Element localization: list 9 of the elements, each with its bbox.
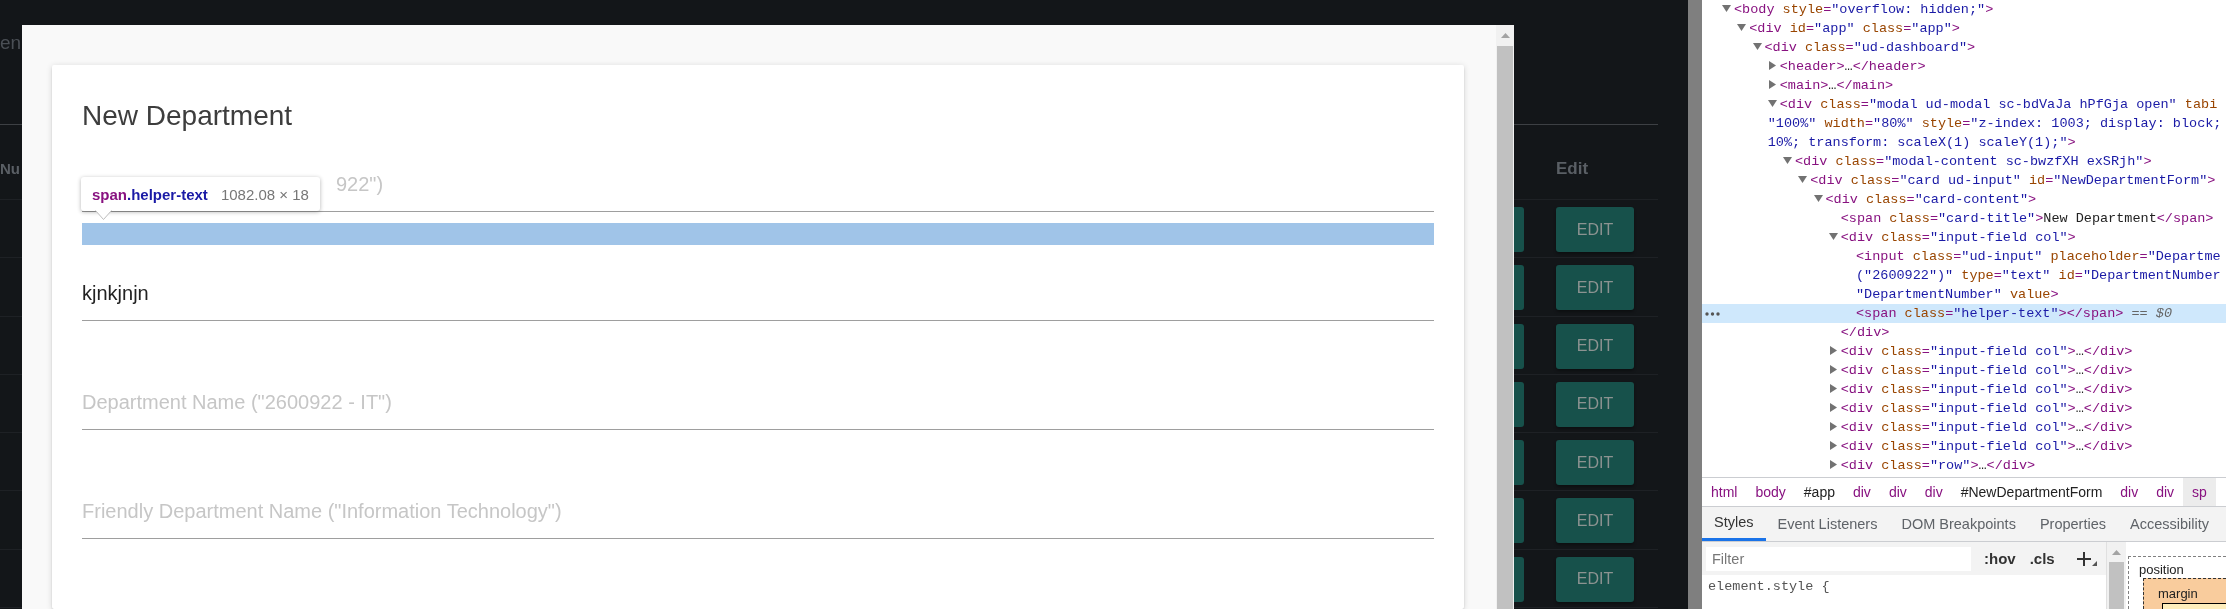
column-header: Edit [1556, 159, 1589, 179]
css-rule-text: element.style { [1707, 578, 1830, 595]
form-title: New Department [82, 99, 293, 133]
column-header: Nu [0, 159, 20, 179]
box-model-label: position [2139, 562, 2184, 577]
page-heading: en [0, 31, 22, 54]
box-model-label: margin [2158, 586, 2198, 601]
element-size: 1082.08 × 18 [220, 185, 309, 203]
element-selector: span.helper-text [92, 185, 208, 203]
